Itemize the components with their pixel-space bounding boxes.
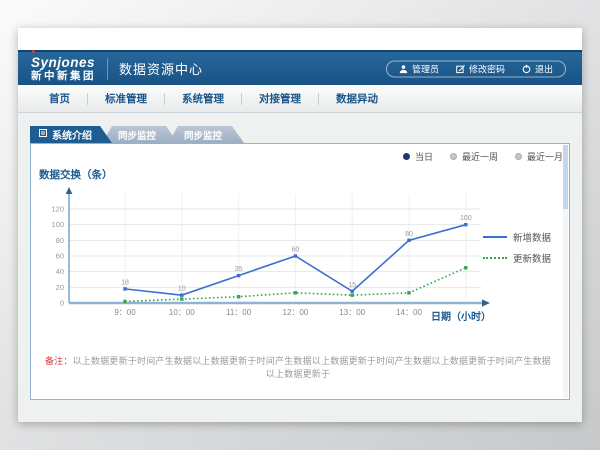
svg-text:60: 60 (292, 247, 300, 254)
svg-text:15: 15 (348, 282, 356, 289)
logout-label: 退出 (535, 62, 553, 75)
legend-item-updated-data: 更新数据 (483, 251, 551, 264)
chart-legend: 新增数据 更新数据 (483, 230, 551, 272)
svg-text:40: 40 (56, 267, 64, 276)
tab-system-intro[interactable]: 系统介绍 (30, 126, 112, 143)
brand-logo-cn: 新中新集团 (31, 71, 96, 82)
chart-panel: 当日 最近一周 最近一月 数据交换（条） 0204060801001209：00… (30, 143, 570, 400)
svg-text:0: 0 (60, 299, 64, 308)
svg-text:80: 80 (56, 236, 64, 245)
svg-text:9：00: 9：00 (114, 308, 136, 317)
logo-red-dot-icon (32, 50, 35, 53)
solid-line-icon (483, 236, 507, 238)
panel-scrollbar[interactable] (563, 145, 568, 398)
admin-user-label: 管理员 (412, 62, 439, 75)
nav-item-data-change[interactable]: 数据异动 (319, 91, 395, 106)
user-icon (399, 64, 408, 73)
page-title: 数据资源中心 (119, 59, 203, 78)
tab-bar: 系统介绍 同步监控 同步监控 (30, 126, 244, 143)
footnote-prefix: 备注： (45, 356, 73, 366)
legend-label: 更新数据 (513, 251, 551, 265)
svg-text:11：00: 11：00 (226, 308, 252, 317)
nav-item-interface-mgmt[interactable]: 对接管理 (242, 91, 318, 106)
scrollbar-thumb[interactable] (563, 145, 568, 209)
legend-label: 新增数据 (513, 230, 551, 244)
chart-x-axis-title: 日期（小时） (431, 308, 491, 323)
svg-text:100: 100 (460, 215, 472, 222)
admin-user-button[interactable]: 管理员 (399, 62, 439, 75)
svg-text:35: 35 (235, 266, 243, 273)
tab-label: 同步监控 (184, 128, 222, 142)
svg-text:100: 100 (51, 220, 64, 229)
footnote-text: 以上数据更新于时间产生数据以上数据更新于时间产生数据以上数据更新于时间产生数据以… (73, 356, 551, 379)
brand-logo: Synjones 新中新集团 (31, 56, 96, 82)
svg-text:80: 80 (405, 231, 413, 238)
tab-sync-monitor-2[interactable]: 同步监控 (168, 126, 244, 143)
svg-text:18: 18 (121, 279, 129, 286)
svg-text:20: 20 (56, 283, 64, 292)
content-area: 系统介绍 同步监控 同步监控 当日 最近一周 (18, 113, 582, 422)
svg-text:10：00: 10：00 (169, 308, 195, 317)
nav-item-standard-mgmt[interactable]: 标准管理 (88, 91, 164, 106)
desktop-background: Synjones 新中新集团 数据资源中心 管理员 修改密码 (0, 0, 600, 450)
nav-item-home[interactable]: 首页 (32, 91, 87, 106)
change-password-button[interactable]: 修改密码 (456, 62, 505, 75)
svg-text:120: 120 (51, 205, 64, 214)
header-divider (107, 58, 108, 80)
svg-text:14：00: 14：00 (396, 308, 422, 317)
app-window: Synjones 新中新集团 数据资源中心 管理员 修改密码 (18, 28, 582, 422)
main-nav: 首页 标准管理 系统管理 对接管理 数据异动 (18, 85, 582, 113)
tab-label: 同步监控 (118, 128, 156, 142)
footnote: 备注：以上数据更新于时间产生数据以上数据更新于时间产生数据以上数据更新于时间产生… (41, 354, 555, 380)
user-actions: 管理员 修改密码 退出 (386, 60, 566, 77)
svg-text:60: 60 (56, 252, 64, 261)
svg-text:10: 10 (178, 286, 186, 293)
brand-logo-text: Synjones (31, 56, 96, 70)
tab-sync-monitor-1[interactable]: 同步监控 (102, 126, 178, 143)
tab-label: 系统介绍 (52, 127, 92, 142)
app-header: Synjones 新中新集团 数据资源中心 管理员 修改密码 (18, 50, 582, 85)
change-password-label: 修改密码 (469, 62, 505, 75)
nav-item-system-mgmt[interactable]: 系统管理 (165, 91, 241, 106)
dotted-line-icon (483, 257, 507, 259)
logout-button[interactable]: 退出 (522, 62, 553, 75)
edit-icon (456, 64, 465, 73)
power-icon (522, 64, 531, 73)
svg-text:12：00: 12：00 (283, 308, 309, 317)
document-icon (39, 129, 47, 140)
legend-item-new-data: 新增数据 (483, 230, 551, 243)
svg-text:13：00: 13：00 (339, 308, 365, 317)
